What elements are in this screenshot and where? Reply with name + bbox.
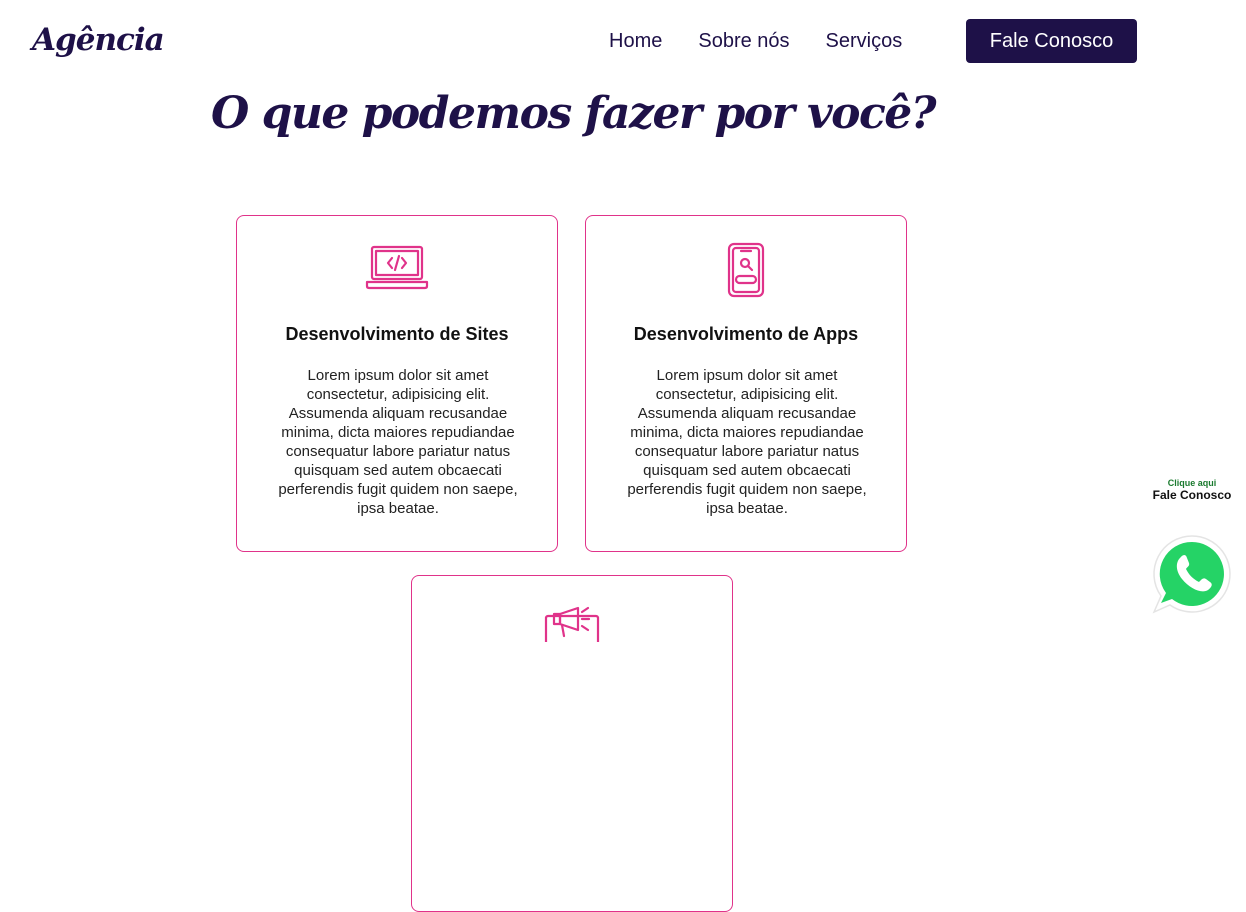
megaphone-icon (412, 602, 732, 656)
whatsapp-button[interactable] (1150, 532, 1234, 616)
laptop-code-icon (237, 242, 557, 296)
card-text: Lorem ipsum dolor sit amet consectetur, … (627, 367, 867, 517)
whatsapp-big-text: Fale Conosco (1152, 488, 1232, 502)
fale-conosco-button[interactable]: Fale Conosco (966, 19, 1137, 63)
whatsapp-small-text: Clique aqui (1167, 478, 1217, 488)
card-text: Lorem ipsum dolor sit amet consectetur, … (278, 367, 518, 517)
page-title: O que podemos fazer por você? (210, 88, 937, 139)
mobile-search-icon (586, 242, 906, 298)
nav-sobre-nos[interactable]: Sobre nós (698, 30, 789, 52)
service-card-marketing (411, 575, 733, 912)
logo[interactable]: Agência (32, 22, 165, 58)
service-card-sites: Desenvolvimento de Sites Lorem ipsum dol… (236, 215, 558, 552)
card-title: Desenvolvimento de Sites (285, 324, 509, 344)
whatsapp-icon (1152, 535, 1231, 614)
nav-servicos[interactable]: Serviços (826, 30, 903, 52)
service-card-apps: Desenvolvimento de Apps Lorem ipsum dolo… (585, 215, 907, 552)
main-nav: Home Sobre nós Serviços (609, 30, 938, 52)
nav-home[interactable]: Home (609, 30, 662, 52)
card-title: Desenvolvimento de Apps (633, 324, 859, 344)
whatsapp-label: Clique aqui Fale Conosco (1144, 478, 1240, 502)
